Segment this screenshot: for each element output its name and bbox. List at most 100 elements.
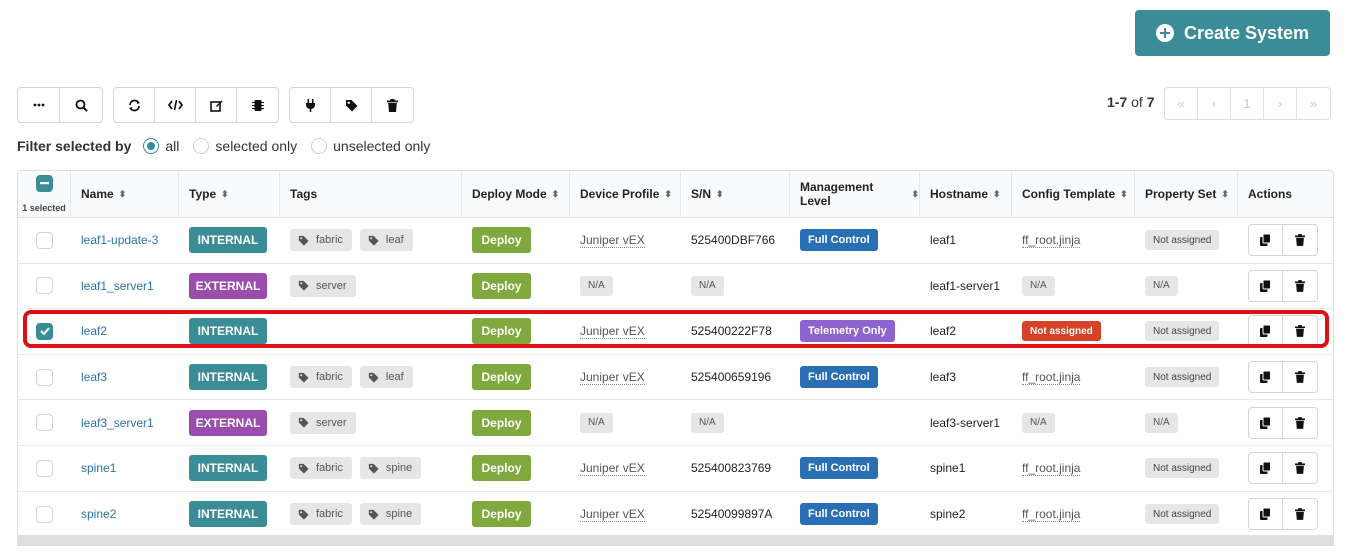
edit-button[interactable] — [196, 88, 237, 122]
system-name-link[interactable]: spine2 — [81, 507, 116, 521]
first-page-button[interactable]: « — [1165, 88, 1198, 119]
radio-all[interactable] — [143, 138, 160, 154]
row-checkbox[interactable] — [36, 231, 53, 249]
column-header-label: Hostname — [930, 187, 989, 201]
tag-chip[interactable]: spine — [359, 503, 422, 526]
system-name-link[interactable]: leaf3 — [81, 370, 107, 384]
device-profile-link[interactable]: Juniper vEX — [580, 233, 645, 248]
column-header-label: S/N — [691, 187, 712, 201]
config-template-unassigned[interactable]: Not assigned — [1022, 321, 1101, 342]
system-name-link[interactable]: leaf1-update-3 — [81, 233, 158, 247]
deploy-mode-button[interactable]: Deploy — [472, 318, 531, 345]
delete-row-button[interactable] — [1283, 499, 1317, 529]
col-management-level[interactable]: Management Level ⬍ — [790, 171, 920, 217]
property-set-unassigned[interactable]: Not assigned — [1145, 367, 1220, 388]
tag-button[interactable] — [331, 88, 372, 122]
radio-unselected[interactable] — [311, 138, 328, 154]
tag-chip[interactable]: fabric — [290, 229, 352, 252]
filter-option-unselected[interactable]: unselected only — [311, 138, 430, 154]
name-cell: spine2 — [71, 492, 179, 535]
delete-button[interactable] — [372, 88, 413, 122]
config-template-link[interactable]: ff_root.jinja — [1022, 370, 1081, 385]
deploy-mode-button[interactable]: Deploy — [472, 409, 531, 436]
delete-row-button[interactable] — [1283, 271, 1317, 301]
delete-row-button[interactable] — [1283, 225, 1317, 255]
hostname: spine2 — [930, 507, 966, 522]
filter-option-all[interactable]: all — [143, 138, 179, 154]
clone-button[interactable] — [1249, 362, 1283, 393]
col-sn[interactable]: S/N ⬍ — [681, 171, 790, 217]
delete-row-button[interactable] — [1283, 316, 1317, 346]
horizontal-scrollbar[interactable] — [17, 536, 1334, 546]
property-set-unassigned[interactable]: Not assigned — [1145, 230, 1220, 251]
clone-button[interactable] — [1249, 316, 1283, 347]
system-name-link[interactable]: leaf3_server1 — [81, 416, 154, 430]
config-template-link[interactable]: ff_root.jinja — [1022, 507, 1081, 522]
prev-page-button[interactable]: ‹ — [1198, 88, 1231, 119]
deploy-mode-button[interactable]: Deploy — [472, 455, 531, 482]
clone-button[interactable] — [1249, 225, 1283, 256]
plug-button[interactable] — [290, 88, 331, 122]
tag-chip[interactable]: server — [290, 411, 356, 434]
deploy-mode-button[interactable]: Deploy — [472, 501, 531, 528]
row-checkbox[interactable] — [36, 459, 53, 477]
property-set-unassigned[interactable]: Not assigned — [1145, 458, 1220, 479]
tag-chip[interactable]: fabric — [290, 503, 352, 526]
radio-selected[interactable] — [193, 138, 210, 154]
delete-row-button[interactable] — [1283, 453, 1317, 483]
tag-chip[interactable]: spine — [359, 457, 422, 480]
row-checkbox[interactable] — [36, 277, 53, 295]
last-page-button[interactable]: » — [1297, 88, 1330, 119]
device-profile-link[interactable]: Juniper vEX — [580, 507, 645, 522]
device-button[interactable] — [237, 88, 278, 122]
col-name[interactable]: Name ⬍ — [71, 171, 179, 217]
column-header-label: Actions — [1248, 187, 1293, 201]
col-deploy-mode[interactable]: Deploy Mode ⬍ — [462, 171, 570, 217]
row-checkbox[interactable] — [36, 505, 53, 523]
filter-option-selected[interactable]: selected only — [193, 138, 297, 154]
delete-row-button[interactable] — [1283, 408, 1317, 438]
tag-chip[interactable]: leaf — [359, 366, 413, 389]
row-checkbox[interactable] — [36, 414, 53, 432]
tags-cell: fabric spine — [280, 446, 462, 491]
clone-button[interactable] — [1249, 499, 1283, 530]
col-type[interactable]: Type ⬍ — [179, 171, 280, 217]
property-set-unassigned[interactable]: Not assigned — [1145, 321, 1220, 342]
tag-chip[interactable]: fabric — [290, 366, 352, 389]
config-template-link[interactable]: ff_root.jinja — [1022, 233, 1081, 248]
clone-button[interactable] — [1249, 407, 1283, 438]
toolbar-group-actions — [289, 87, 414, 123]
row-checkbox[interactable] — [36, 322, 53, 340]
deploy-mode-button[interactable]: Deploy — [472, 227, 531, 254]
next-page-button[interactable]: › — [1264, 88, 1297, 119]
more-button[interactable] — [18, 88, 60, 122]
system-name-link[interactable]: spine1 — [81, 461, 116, 475]
clone-button[interactable] — [1249, 453, 1283, 484]
system-name-link[interactable]: leaf1_server1 — [81, 279, 154, 293]
code-button[interactable] — [155, 88, 196, 122]
device-profile-link[interactable]: Juniper vEX — [580, 324, 645, 339]
deploy-mode-button[interactable]: Deploy — [472, 364, 531, 391]
tag-chip[interactable]: leaf — [359, 229, 413, 252]
delete-row-button[interactable] — [1283, 362, 1317, 392]
system-name-link[interactable]: leaf2 — [81, 324, 107, 338]
row-checkbox[interactable] — [36, 368, 53, 386]
search-button[interactable] — [60, 88, 102, 122]
create-system-button[interactable]: Create System — [1135, 10, 1330, 56]
current-page[interactable]: 1 — [1231, 88, 1264, 119]
col-config-template[interactable]: Config Template ⬍ — [1012, 171, 1135, 217]
select-all-checkbox[interactable] — [35, 175, 53, 192]
device-profile-cell: Juniper vEX — [570, 309, 681, 354]
tag-chip[interactable]: server — [290, 274, 356, 297]
deploy-mode-button[interactable]: Deploy — [472, 272, 531, 299]
property-set-unassigned[interactable]: Not assigned — [1145, 504, 1220, 525]
config-template-link[interactable]: ff_root.jinja — [1022, 461, 1081, 476]
tag-chip[interactable]: fabric — [290, 457, 352, 480]
col-device-profile[interactable]: Device Profile ⬍ — [570, 171, 681, 217]
refresh-button[interactable] — [114, 88, 155, 122]
device-profile-link[interactable]: Juniper vEX — [580, 461, 645, 476]
col-property-set[interactable]: Property Set ⬍ — [1135, 171, 1238, 217]
clone-button[interactable] — [1249, 270, 1283, 301]
device-profile-link[interactable]: Juniper vEX — [580, 370, 645, 385]
col-hostname[interactable]: Hostname ⬍ — [920, 171, 1012, 217]
